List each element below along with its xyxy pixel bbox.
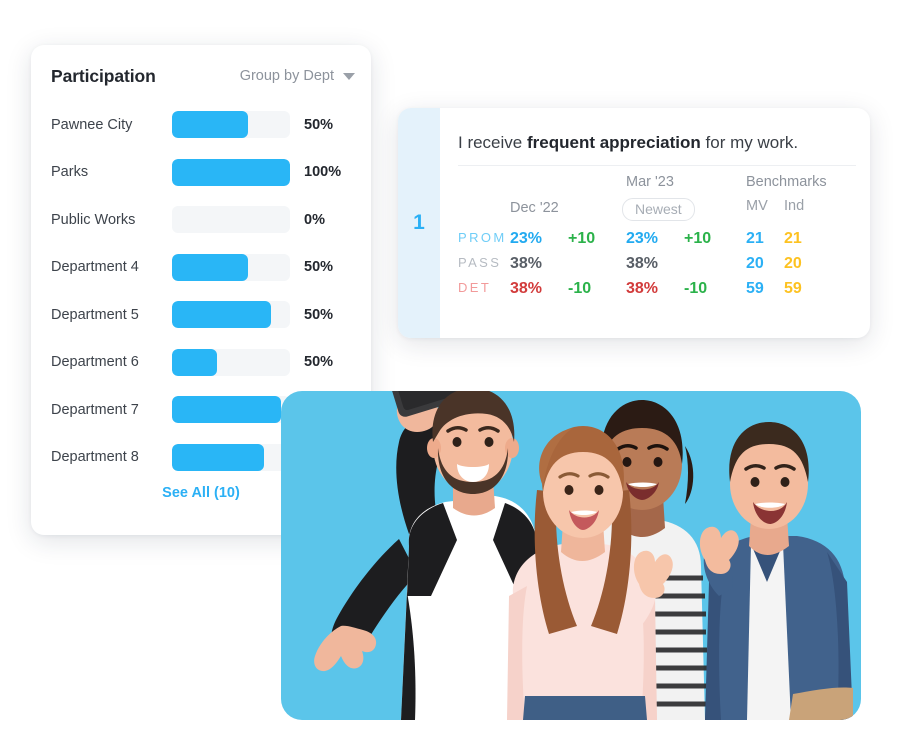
cell-mar-delta: -10 [684, 280, 708, 297]
participation-bar-track [172, 111, 290, 139]
participation-bar-fill [172, 301, 272, 329]
participation-row-percent: 50% [304, 259, 334, 276]
cell-benchmark-mv: 59 [746, 280, 764, 297]
participation-row-percent: 0% [304, 211, 325, 228]
participation-row-label: Parks [51, 164, 89, 181]
newest-badge: Newest [622, 198, 695, 221]
participation-bar-fill [172, 158, 290, 186]
column-header-ind: Ind [784, 198, 805, 214]
cell-dec-value: 23% [510, 230, 543, 247]
participation-row-percent: 50% [304, 354, 334, 371]
divider [458, 165, 856, 166]
participation-bar-fill [172, 443, 265, 471]
row-key: PROM [458, 230, 507, 245]
table-row: PROM 23% +10 23% +10 21 21 [440, 230, 870, 255]
cell-dec-value: 38% [510, 280, 543, 297]
question-emphasis: frequent appreciation [526, 133, 701, 152]
cell-mar-value: 23% [626, 230, 659, 247]
question-prefix: I receive [458, 133, 527, 152]
participation-bar-track [172, 206, 290, 234]
cell-dec-delta: -10 [568, 280, 592, 297]
table-row: DET 38% -10 38% -10 59 59 [440, 280, 870, 305]
question-suffix: for my work. [700, 133, 799, 152]
cell-mar-value: 38% [626, 255, 659, 272]
participation-row-label: Department 8 [51, 449, 139, 466]
row-key: DET [458, 280, 492, 295]
participation-row-label: Department 7 [51, 401, 139, 418]
participation-row[interactable]: Department 6 50% [31, 339, 371, 387]
cell-benchmark-ind: 59 [784, 280, 802, 297]
participation-row[interactable]: Parks 100% [31, 149, 371, 197]
column-header-dec: Dec '22 [510, 200, 559, 216]
survey-question: I receive frequent appreciation for my w… [458, 133, 798, 153]
participation-row-percent: 50% [304, 116, 334, 133]
survey-result-card: 1 I receive frequent appreciation for my… [398, 108, 870, 338]
participation-row-label: Public Works [51, 211, 136, 228]
participation-row[interactable]: Department 4 50% [31, 244, 371, 292]
participation-row[interactable]: Pawnee City 50% [31, 101, 371, 149]
participation-header: Participation Group by Dept [51, 63, 355, 89]
team-photo-card [281, 391, 861, 720]
table-row: PASS 38% 38% 20 20 [440, 255, 870, 280]
cell-dec-value: 38% [510, 255, 543, 272]
participation-bar-fill [172, 396, 281, 424]
participation-row[interactable]: Department 5 50% [31, 291, 371, 339]
participation-bar-track [172, 396, 290, 424]
cell-dec-delta: +10 [568, 230, 596, 247]
cell-benchmark-ind: 21 [784, 230, 802, 247]
survey-index-strip: 1 [398, 108, 440, 338]
participation-row-label: Pawnee City [51, 116, 133, 133]
participation-row-percent: 50% [304, 306, 334, 323]
column-header-mar: Mar '23 [626, 174, 674, 190]
cell-benchmark-ind: 20 [784, 255, 802, 272]
survey-index-number: 1 [413, 211, 425, 234]
participation-bar-track [172, 253, 290, 281]
cell-mar-value: 38% [626, 280, 659, 297]
participation-bar-track [172, 301, 290, 329]
group-by-dropdown[interactable]: Group by Dept [240, 68, 355, 84]
participation-bar-track [172, 443, 290, 471]
group-by-label: Group by Dept [239, 68, 334, 84]
cell-benchmark-mv: 21 [746, 230, 764, 247]
participation-row-label: Department 4 [51, 259, 139, 276]
cell-benchmark-mv: 20 [746, 255, 764, 272]
participation-bar-track [172, 348, 290, 376]
participation-row-percent: 100% [304, 164, 342, 181]
participation-row-label: Department 6 [51, 354, 139, 371]
row-key: PASS [458, 255, 502, 270]
participation-bar-fill [172, 253, 248, 281]
page-title: Participation [51, 65, 156, 86]
cell-mar-delta: +10 [684, 230, 712, 247]
participation-bar-fill [172, 348, 217, 376]
participation-bar-track [172, 158, 290, 186]
participation-row[interactable]: Public Works 0% [31, 196, 371, 244]
survey-card-body: I receive frequent appreciation for my w… [440, 108, 870, 338]
column-header-mv: MV [746, 198, 768, 214]
column-header-benchmarks: Benchmarks [746, 174, 827, 190]
chevron-down-icon [343, 72, 355, 80]
participation-bar-fill [172, 111, 248, 139]
participation-row-label: Department 5 [51, 306, 139, 323]
